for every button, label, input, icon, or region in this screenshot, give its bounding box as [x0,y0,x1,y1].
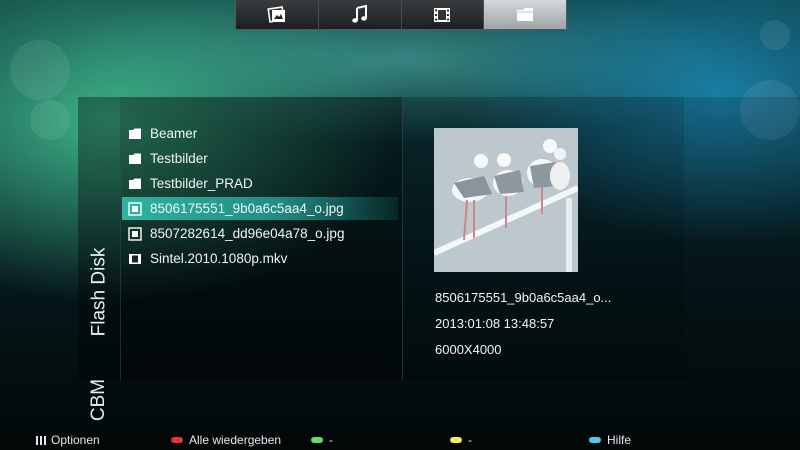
source-cbm[interactable]: CBM [78,375,120,425]
yellow-key-icon [450,437,462,443]
green-key-icon [311,437,323,443]
folder-icon [128,177,142,191]
file-name: Testbilder_PRAD [150,176,253,191]
options-icon [36,435,46,445]
list-item-video[interactable]: Sintel.2010.1080p.mkv [122,247,398,270]
photo-icon [267,5,285,23]
list-item-folder[interactable]: Testbilder_PRAD [122,172,398,195]
source-label: CBM [88,378,110,422]
blue-key-icon [589,437,601,443]
file-name: 8506175551_9b0a6c5aa4_o.jpg [150,201,344,216]
video-file-icon [128,252,142,266]
folder-icon [128,127,142,141]
source-selector: Flash Disk CBM [78,97,121,421]
tab-music[interactable] [319,0,402,29]
tab-video[interactable] [402,0,485,29]
blue-button-hint[interactable]: Hilfe [589,433,631,447]
tab-photos[interactable] [236,0,319,29]
list-item-folder[interactable]: Testbilder [122,147,398,170]
list-item-image-selected[interactable]: 8506175551_9b0a6c5aa4_o.jpg [122,197,398,220]
file-name: 8507282614_dd96e04a78_o.jpg [150,226,345,241]
image-file-icon [128,226,142,241]
folder-icon [128,152,142,166]
hint-label: Hilfe [607,433,632,447]
media-tab-bar [235,0,567,30]
hint-label: - [468,433,472,447]
hint-label: Alle wiedergeben [189,433,282,447]
list-item-image[interactable]: 8507282614_dd96e04a78_o.jpg [122,222,398,245]
bottom-hint-bar: Optionen Alle wiedergeben - - Hilfe [0,430,800,450]
music-note-icon [351,4,367,23]
file-name: Beamer [150,126,198,141]
file-name: Testbilder [150,151,208,166]
options-hint[interactable]: Optionen [36,433,100,447]
bokeh-light [30,100,70,140]
source-flash-disk[interactable]: Flash Disk [78,227,120,357]
list-item-folder[interactable]: Beamer [122,122,398,145]
right-panel [684,97,800,380]
preview-panel: 8506175551_9b0a6c5aa4_o... 2013:01:08 13… [402,97,684,380]
red-button-hint[interactable]: Alle wiedergeben [171,433,281,447]
image-file-icon [128,201,142,216]
preview-resolution: 6000X4000 [435,342,502,357]
film-icon [434,7,451,22]
folder-icon [517,7,534,21]
preview-filename: 8506175551_9b0a6c5aa4_o... [435,290,612,305]
hint-label: Optionen [51,433,100,447]
tab-files[interactable] [484,0,566,29]
yellow-button-hint[interactable]: - [450,433,472,447]
image-thumbnail [434,128,578,272]
source-label: Flash Disk [88,247,109,337]
hint-label: - [329,433,333,447]
file-name: Sintel.2010.1080p.mkv [150,251,288,266]
bokeh-light [760,20,790,50]
green-button-hint[interactable]: - [311,433,333,447]
seagulls-image [434,128,578,272]
red-key-icon [171,437,183,443]
preview-datetime: 2013:01:08 13:48:57 [435,316,555,331]
file-list: Beamer Testbilder Testbilder_PRAD 850617… [120,97,403,380]
bokeh-light [10,40,70,100]
